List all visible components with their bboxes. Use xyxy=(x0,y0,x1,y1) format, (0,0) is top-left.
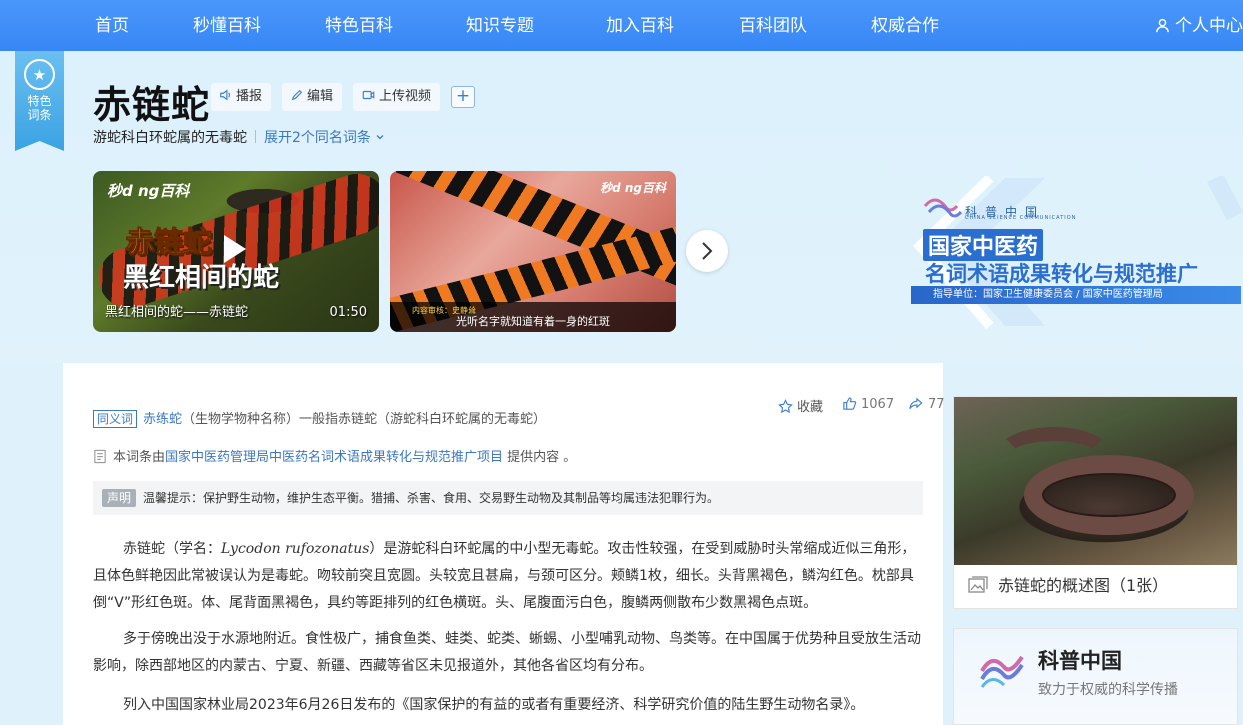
upload-video-button[interactable]: 上传视频 xyxy=(353,83,441,111)
like-count: 1067 xyxy=(861,397,895,412)
ribbon-line2: 词条 xyxy=(27,108,52,122)
video-caption: 光听名字就知道有着一身的红斑 xyxy=(456,315,610,328)
overview-caption-text: 赤链蛇的概述图（1张） xyxy=(998,576,1169,595)
speaker-icon xyxy=(220,89,230,101)
overview-caption[interactable]: 赤链蛇的概述图（1张） xyxy=(968,572,1168,596)
star-badge-icon: ★ xyxy=(24,59,55,90)
provider-prefix: 本词条由 xyxy=(113,450,166,465)
image-gallery-icon xyxy=(968,576,988,593)
kepu-china-card[interactable]: 科普中国 致力于权威的科学传播 xyxy=(953,628,1238,725)
paragraph-3: 列入中国国家林业局2023年6月26日发布的《国家保护的有益的或者有重要经济、科… xyxy=(123,697,865,713)
miaodong-logo: 秒d ng百科 xyxy=(107,182,190,200)
expand-homonyms-label: 展开2个同名词条 xyxy=(264,130,371,146)
top-nav: 首页 秒懂百科 特色百科 知识专题 加入百科 百科团队 权威合作 个人中心 xyxy=(0,0,1243,51)
user-center-label: 个人中心 xyxy=(1175,16,1243,36)
pencil-icon xyxy=(291,89,303,101)
add-button[interactable]: + xyxy=(451,86,475,108)
video-title-big: 赤链蛇 xyxy=(124,225,213,260)
document-icon xyxy=(94,449,106,464)
expand-homonyms-link[interactable]: 展开2个同名词条 xyxy=(264,130,385,146)
entry-summary: 游蛇科白环蛇属的无毒蛇 xyxy=(93,130,247,146)
notice-box: 声明 温馨提示：保护野生动物，维护生态平衡。猎捕、杀害、食用、交易野生动物及其制品… xyxy=(93,481,923,515)
notice-tag: 声明 xyxy=(102,489,137,507)
user-center-link[interactable]: 个人中心 xyxy=(1155,0,1243,51)
nav-item-featured[interactable]: 特色百科 xyxy=(325,0,393,51)
share-icon xyxy=(909,397,923,409)
video-duration: 01:50 xyxy=(329,305,367,320)
upload-video-label: 上传视频 xyxy=(379,89,432,104)
paragraph-1-part-a: 赤链蛇（学名： xyxy=(123,541,221,557)
synonym-line: 同义词 赤练蛇（生物学物种名称）一般指赤链蛇（游蛇科白环蛇属的无毒蛇） xyxy=(93,408,546,428)
kepu-china-desc: 致力于权威的科学传播 xyxy=(1038,682,1178,698)
provider-suffix: 提供内容 。 xyxy=(503,450,577,465)
video-subtitle-big: 黑红相间的蛇 xyxy=(123,263,280,293)
video-card-1[interactable]: 秒d ng百科 赤链蛇 黑红相间的蛇 黑红相间的蛇——赤链蛇 01:50 xyxy=(93,171,379,332)
star-outline-icon xyxy=(778,399,793,414)
synonym-tag: 同义词 xyxy=(93,410,138,428)
broadcast-button[interactable]: 播报 xyxy=(211,83,272,111)
chevron-down-icon xyxy=(376,135,384,140)
banner-line1: 国家中医药 xyxy=(923,229,1044,261)
nav-item-authority[interactable]: 权威合作 xyxy=(871,0,939,51)
next-arrow-button[interactable] xyxy=(686,230,728,272)
nav-item-topics[interactable]: 知识专题 xyxy=(466,0,534,51)
edit-button[interactable]: 编辑 xyxy=(282,83,343,111)
featured-entry-ribbon: ★ 特色 词条 xyxy=(15,51,64,151)
snake-body xyxy=(1024,455,1194,535)
scientific-name: Lycodon rufozonatus xyxy=(221,541,370,557)
tcm-terms-banner[interactable]: 科普中国 CHINA SCIENCE COMMUNICATION 国家中医药 名… xyxy=(895,176,1243,336)
kepu-china-logo-icon xyxy=(980,655,1024,688)
page-title: 赤链蛇 xyxy=(93,83,211,127)
entry-subtitle: 游蛇科白环蛇属的无毒蛇 展开2个同名词条 xyxy=(93,127,385,147)
ribbon-line1: 特色 xyxy=(27,94,52,108)
banner-org-en: CHINA SCIENCE COMMUNICATION xyxy=(965,215,1077,221)
overview-image-card[interactable]: 赤链蛇的概述图（1张） xyxy=(953,396,1238,609)
broadcast-label: 播报 xyxy=(236,89,263,104)
banner-guide: 指导单位：国家卫生健康委员会 / 国家中医药管理局 xyxy=(911,286,1241,304)
miaodong-logo: 秒d ng百科 xyxy=(600,181,666,195)
nav-item-home[interactable]: 首页 xyxy=(95,0,129,51)
collect-label: 收藏 xyxy=(797,400,824,415)
collect-button[interactable]: 收藏 xyxy=(778,396,823,415)
provider-link[interactable]: 国家中医药管理局中医药名词术语成果转化与规范推广项目 xyxy=(165,450,503,465)
like-button[interactable]: 1067 xyxy=(842,396,894,412)
nav-item-join[interactable]: 加入百科 xyxy=(606,0,674,51)
notice-text: 温馨提示：保护野生动物，维护生态平衡。猎捕、杀害、食用、交易野生动物及其制品等均… xyxy=(143,491,720,505)
video-camera-icon xyxy=(362,90,375,100)
synonym-note: （生物学物种名称）一般指赤链蛇（游蛇科白环蛇属的无毒蛇） xyxy=(182,412,547,427)
thumbs-up-icon xyxy=(843,397,857,410)
paragraph-2: 多于傍晚出没于水源地附近。食性极广，捕食鱼类、蛙类、蛇类、蜥蜴、小型哺乳动物、鸟… xyxy=(93,631,921,674)
chevron-right-icon xyxy=(702,242,713,260)
share-button[interactable]: 77 xyxy=(908,396,945,412)
edit-label: 编辑 xyxy=(307,89,334,104)
synonym-link[interactable]: 赤练蛇 xyxy=(143,412,182,427)
banner-line2: 名词术语成果转化与规范推广 xyxy=(925,262,1198,286)
play-icon[interactable] xyxy=(224,235,246,263)
content-provider-line: 本词条由国家中医药管理局中医药名词术语成果转化与规范推广项目 提供内容 。 xyxy=(93,446,576,465)
share-count: 77 xyxy=(928,397,945,412)
user-icon xyxy=(1156,18,1169,33)
nav-item-team[interactable]: 百科团队 xyxy=(739,0,807,51)
kepu-china-name: 科普中国 xyxy=(1038,649,1122,673)
nav-item-miaodong[interactable]: 秒懂百科 xyxy=(193,0,261,51)
paragraph-1: 赤链蛇（学名：Lycodon rufozonatus）是游蛇科白环蛇属的中小型无… xyxy=(93,536,923,617)
divider xyxy=(255,130,256,143)
video-caption: 黑红相间的蛇——赤链蛇 xyxy=(105,305,249,320)
video-card-2[interactable]: 秒d ng百科 内容审核：史静耸 光听名字就知道有着一身的红斑 xyxy=(390,171,676,332)
overview-image[interactable] xyxy=(954,397,1237,565)
